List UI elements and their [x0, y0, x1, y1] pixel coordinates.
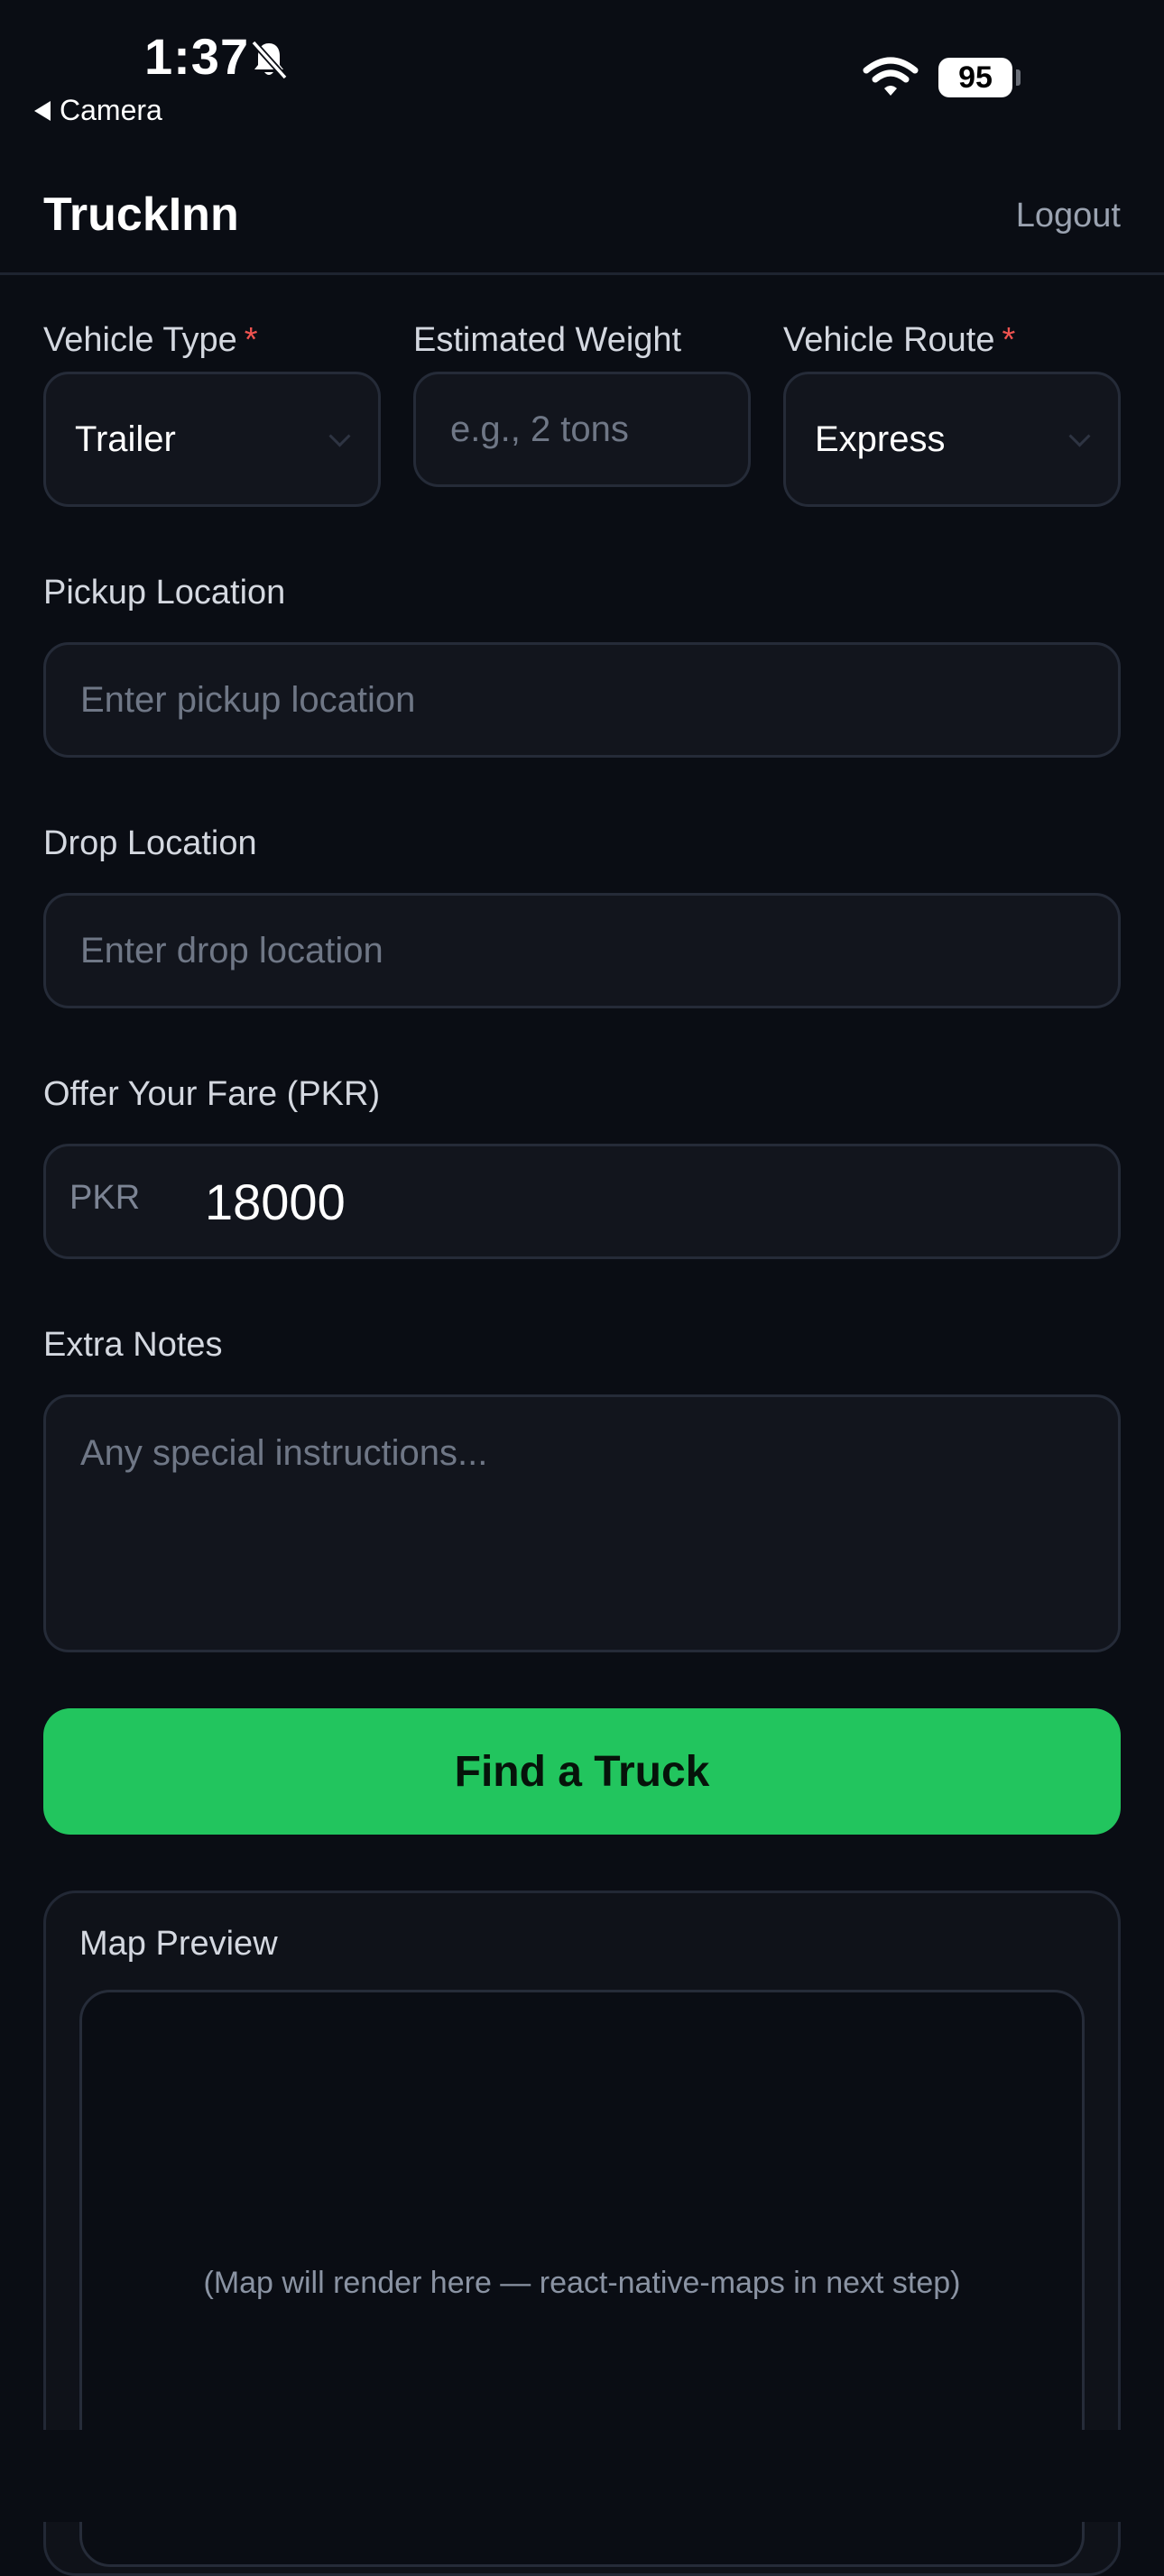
app-title: TruckInn	[43, 189, 239, 241]
back-to-camera-link[interactable]: Camera	[34, 94, 162, 127]
header-divider	[0, 272, 1164, 275]
back-arrow-icon	[34, 100, 51, 121]
estimated-weight-label: Estimated Weight	[413, 321, 682, 359]
pickup-location-input[interactable]: Enter pickup location	[43, 642, 1121, 758]
fare-input[interactable]: PKR 18000	[43, 1144, 1121, 1259]
vehicle-route-label: Vehicle Route *	[783, 321, 1015, 360]
vehicle-route-select[interactable]: Express	[783, 372, 1121, 507]
vehicle-type-select[interactable]: Trailer	[43, 372, 381, 507]
fare-value: 18000	[205, 1173, 346, 1230]
pickup-location-label: Pickup Location	[43, 574, 286, 612]
find-truck-button[interactable]: Find a Truck	[43, 1708, 1121, 1835]
extra-notes-textarea[interactable]: Any special instructions...	[43, 1394, 1121, 1652]
required-mark: *	[244, 321, 258, 359]
map-placeholder-text: (Map will render here — react-native-map…	[203, 2266, 961, 2300]
estimated-weight-placeholder: e.g., 2 tons	[450, 409, 629, 449]
pickup-location-placeholder: Enter pickup location	[80, 679, 416, 720]
status-time: 1:37	[144, 28, 250, 85]
logout-button[interactable]: Logout	[1016, 197, 1121, 235]
fare-currency-prefix: PKR	[69, 1178, 141, 1217]
vehicle-route-value: Express	[815, 419, 946, 459]
map-preview-title: Map Preview	[79, 1925, 278, 1963]
drop-location-placeholder: Enter drop location	[80, 930, 383, 971]
battery-indicator: 95	[938, 58, 1012, 97]
drop-location-input[interactable]: Enter drop location	[43, 893, 1121, 1008]
chevron-down-icon	[1068, 425, 1091, 447]
vehicle-type-label: Vehicle Type *	[43, 321, 258, 360]
battery-cap	[1016, 69, 1021, 86]
bottom-safe-area	[0, 2430, 1164, 2522]
extra-notes-placeholder: Any special instructions...	[80, 1433, 488, 1473]
back-camera-label: Camera	[60, 94, 162, 126]
extra-notes-label: Extra Notes	[43, 1326, 223, 1364]
fare-label: Offer Your Fare (PKR)	[43, 1075, 381, 1113]
chevron-down-icon	[328, 425, 351, 447]
estimated-weight-input[interactable]: e.g., 2 tons	[413, 372, 751, 487]
bell-muted-icon	[251, 40, 288, 80]
required-mark: *	[1002, 321, 1016, 359]
vehicle-type-label-text: Vehicle Type	[43, 321, 237, 359]
drop-location-label: Drop Location	[43, 824, 257, 862]
vehicle-route-label-text: Vehicle Route	[783, 321, 995, 359]
wifi-icon	[863, 57, 919, 96]
vehicle-type-value: Trailer	[75, 419, 176, 459]
